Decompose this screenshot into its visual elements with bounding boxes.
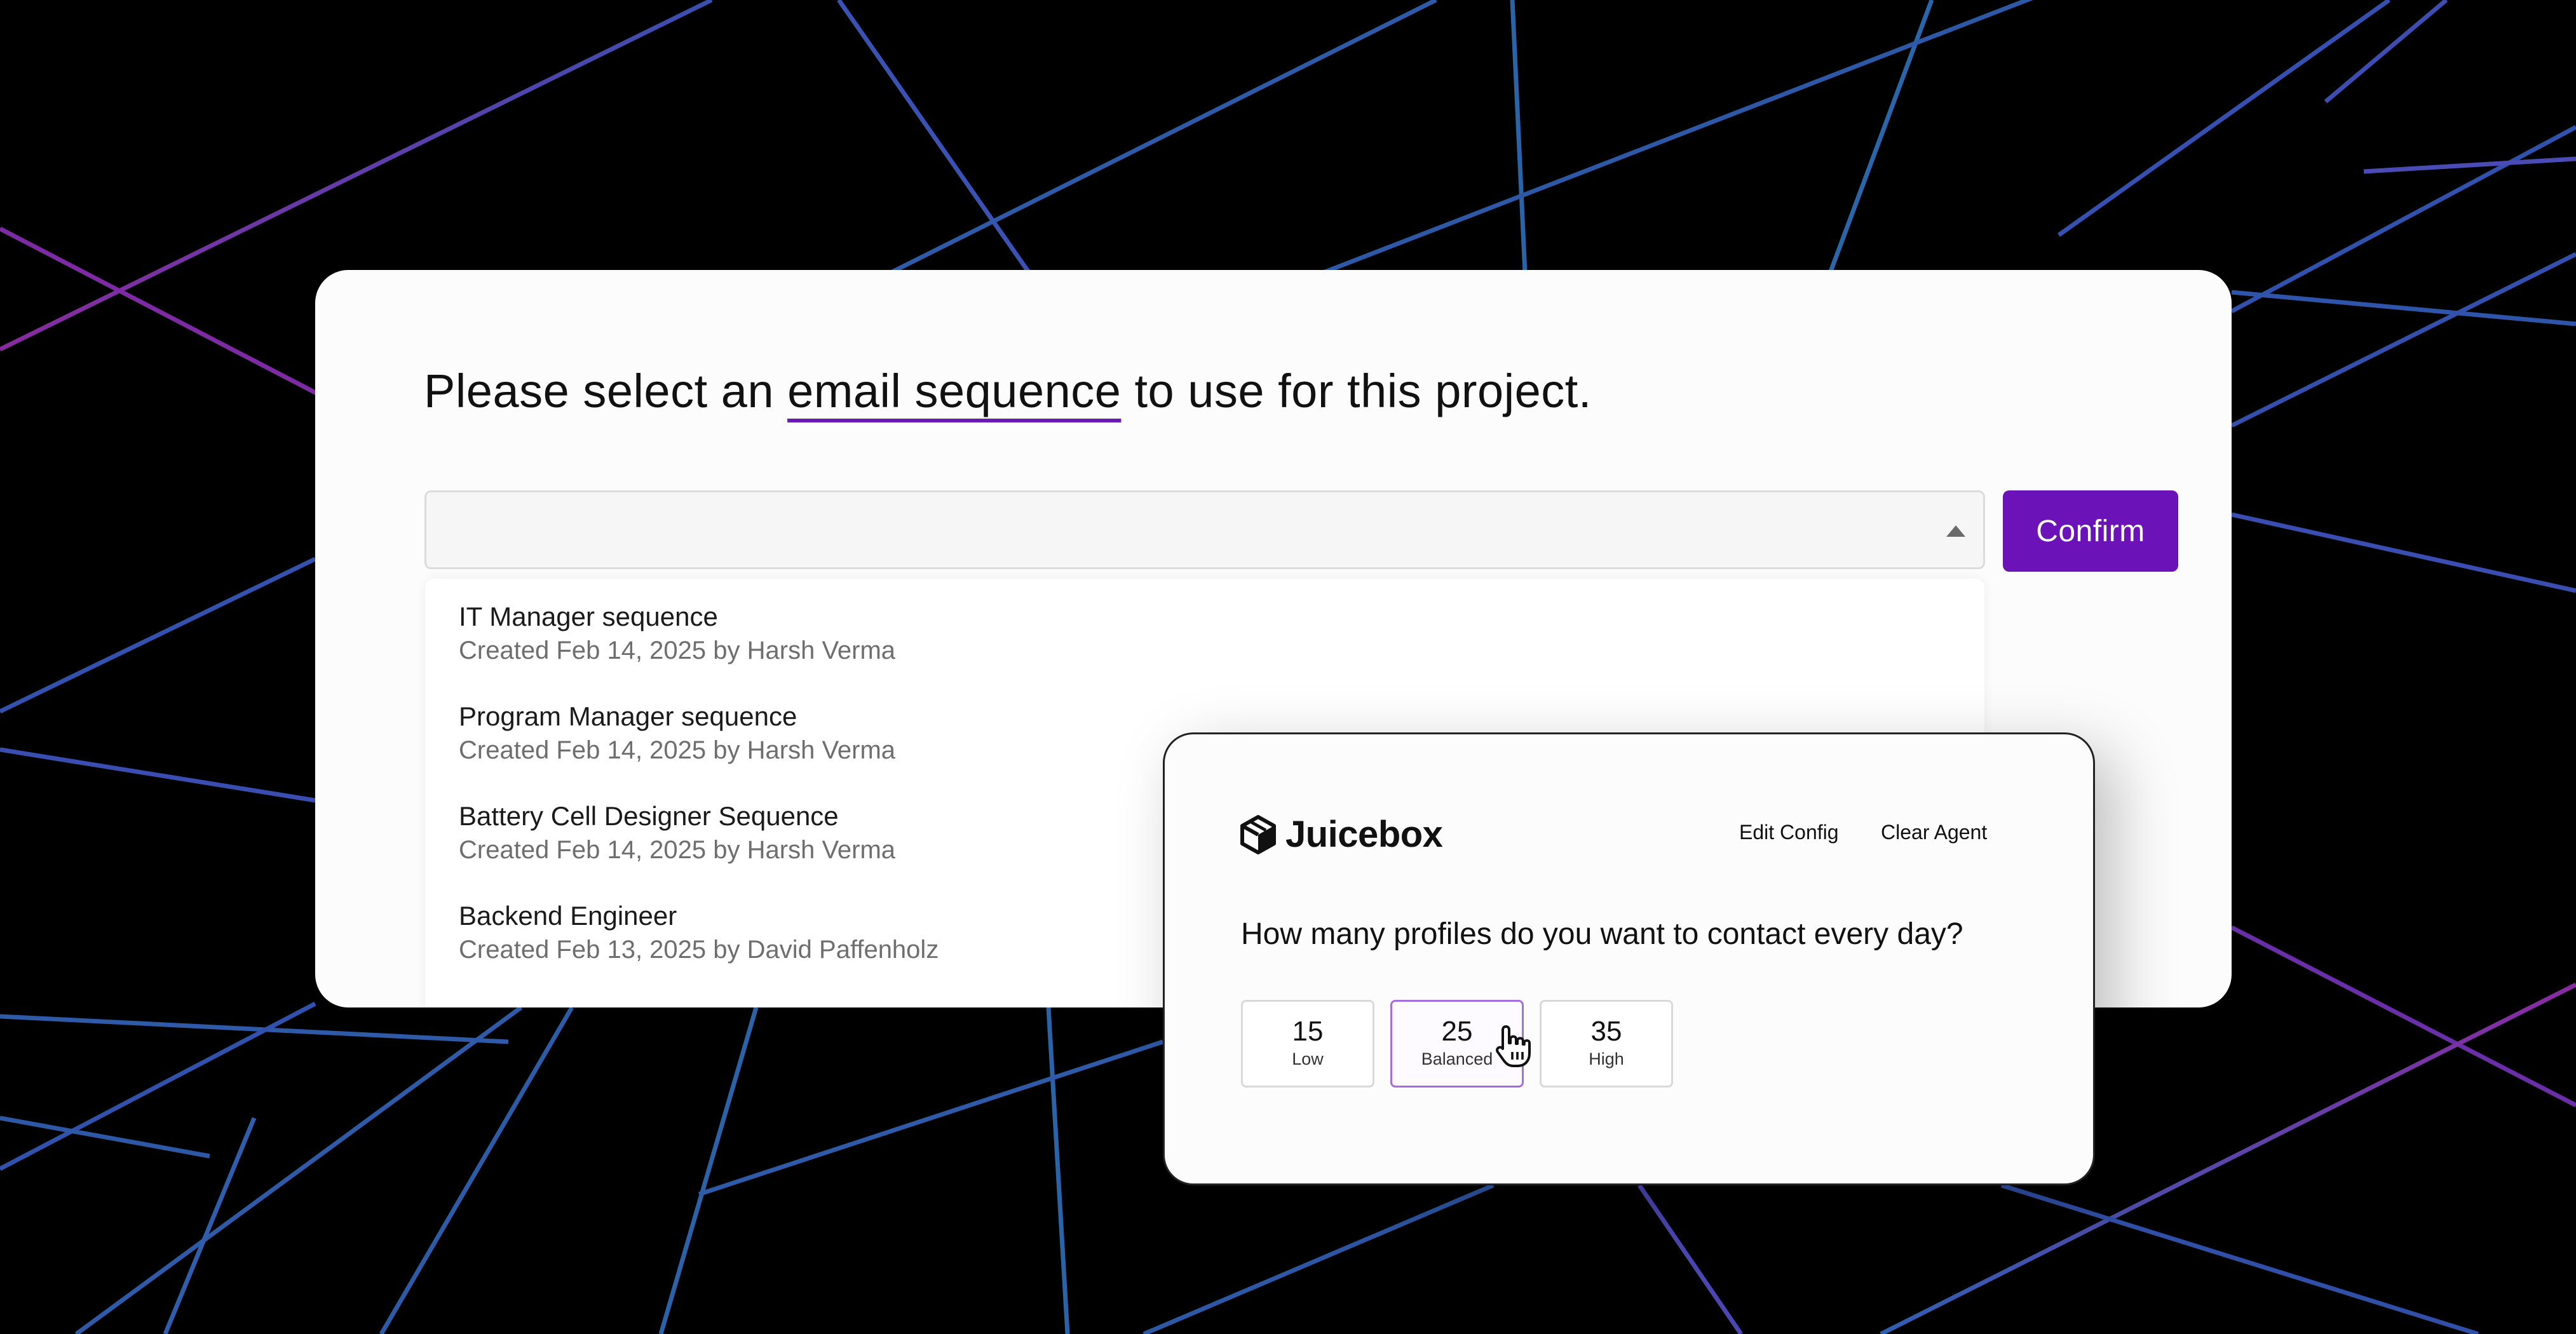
choice-value: 35 (1590, 1016, 1622, 1047)
email-sequence-highlight: email sequence (787, 365, 1122, 417)
choice-label: High (1589, 1049, 1624, 1068)
choice-label: Low (1292, 1049, 1324, 1068)
juicebox-logo-icon (1240, 814, 1276, 854)
edit-config-link[interactable]: Edit Config (1739, 821, 1839, 844)
option-subtitle: Created Feb 14, 2025 by Harsh Verma (459, 637, 896, 664)
option-title: IT Manager sequence (459, 602, 718, 631)
choice-value: 15 (1292, 1016, 1324, 1047)
hand-pointer-icon (1496, 1025, 1531, 1067)
clear-agent-link[interactable]: Clear Agent (1881, 821, 1987, 844)
caret-up-icon[interactable] (1946, 525, 1965, 537)
page-title: Please select an email sequence to use f… (424, 365, 1592, 417)
sequence-select[interactable] (424, 490, 1985, 569)
choice-low-button[interactable]: 15 Low (1241, 1000, 1374, 1088)
list-item[interactable]: IT Manager sequence Created Feb 14, 2025… (459, 601, 1920, 668)
juicebox-logo: Juicebox (1240, 813, 1443, 856)
choice-high-button[interactable]: 35 High (1540, 1000, 1673, 1088)
confirm-button[interactable]: Confirm (2003, 490, 2178, 572)
option-title: Program Manager sequence (459, 701, 797, 731)
juicebox-agent-card: Juicebox Edit Config Clear Agent How man… (1163, 732, 2095, 1185)
profiles-question: How many profiles do you want to contact… (1241, 917, 1963, 951)
brand-name: Juicebox (1285, 814, 1443, 855)
